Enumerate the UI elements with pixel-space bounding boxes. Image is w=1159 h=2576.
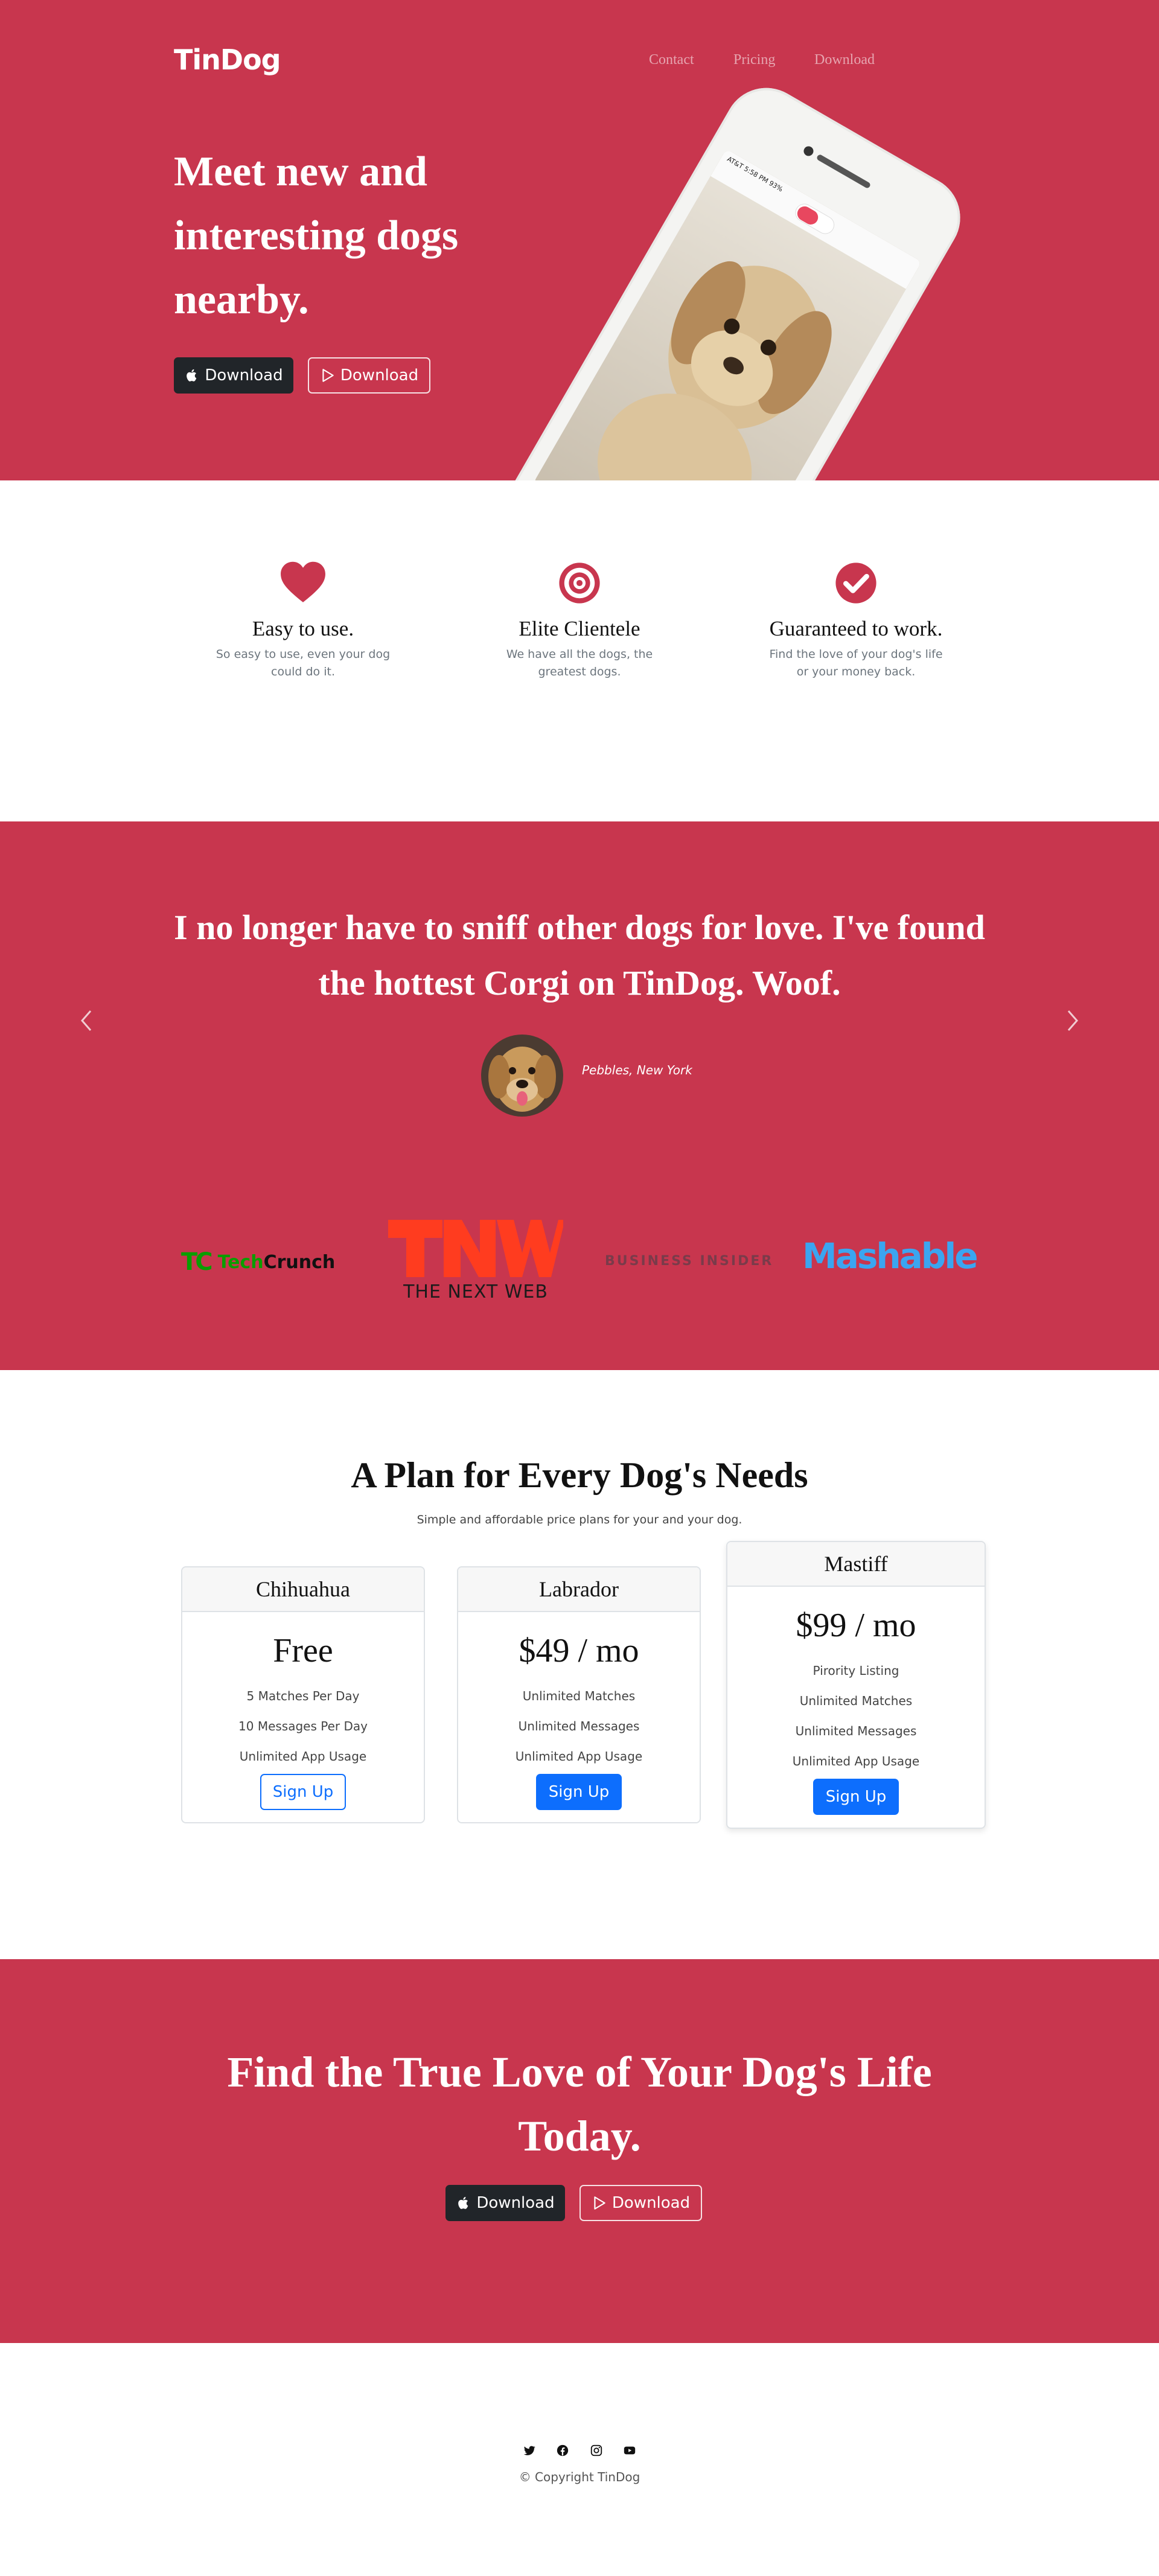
plan-feature: Unlimited Matches <box>799 1694 913 1708</box>
carousel-next-icon[interactable] <box>1064 1003 1082 1039</box>
pricing-section: A Plan for Every Dog's Needs Simple and … <box>0 1370 1159 1959</box>
plan-card-chihuahua: Chihuahua Free 5 Matches Per Day 10 Mess… <box>181 1566 425 1823</box>
feature-text: We have all the dogs, the greatest dogs. <box>506 648 653 678</box>
apple-icon <box>184 368 200 383</box>
plan-price: $49 / mo <box>519 1632 639 1669</box>
feature-title: Elite Clientele <box>519 617 640 640</box>
phone-camera <box>802 144 816 158</box>
plan-features: 5 Matches Per Day 10 Messages Per Day Un… <box>182 1681 424 1771</box>
download-google-play-button[interactable]: Download <box>308 357 430 394</box>
cta-download-google-play-button[interactable]: Download <box>580 2185 702 2221</box>
check-circle-icon <box>835 563 876 604</box>
pricing-subtitle: Simple and affordable price plans for yo… <box>417 1513 742 1526</box>
business-insider-logo: BUSINESS INSIDER <box>605 1254 774 1269</box>
plan-feature: Unlimited Messages <box>795 1724 917 1738</box>
testimonial-author: Pebbles, New York <box>582 1063 692 1077</box>
plan-feature: Unlimited Messages <box>518 1719 640 1733</box>
plan-card-labrador: Labrador $49 / mo Unlimited Matches Unli… <box>457 1566 701 1823</box>
phone-screen: AT&T 5:58 PM 93% <box>533 148 922 480</box>
copyright-text: © Copyright TinDog <box>519 2470 640 2484</box>
testimonial-avatar <box>481 1035 563 1117</box>
feature-guaranteed: Guaranteed to work. Find the love of you… <box>765 558 947 681</box>
feature-easy: Easy to use. So easy to use, even your d… <box>212 558 394 681</box>
cta-download-apple-label: Download <box>476 2194 555 2212</box>
hero-section: TinDog Contact Pricing Download Meet new… <box>0 0 1159 480</box>
tnw-logo: THE NEXT WEB <box>388 1220 563 1302</box>
footer: © Copyright TinDog <box>0 2343 1159 2576</box>
signup-chihuahua-button[interactable]: Sign Up <box>260 1774 346 1810</box>
feature-title: Guaranteed to work. <box>769 617 943 640</box>
carousel-prev-icon[interactable] <box>77 1003 95 1039</box>
plan-feature: Unlimited Matches <box>522 1689 636 1703</box>
plan-features: Pirority Listing Unlimited Matches Unlim… <box>727 1656 985 1776</box>
phone-speaker <box>816 153 872 190</box>
plan-feature: Unlimited App Usage <box>239 1749 367 1764</box>
download-apple-label: Download <box>205 366 283 384</box>
techcrunch-tech: Tech <box>217 1251 264 1273</box>
social-links <box>523 2441 636 2460</box>
feature-elite: Elite Clientele We have all the dogs, th… <box>489 558 670 681</box>
nav-link-contact[interactable]: Contact <box>649 52 694 68</box>
bullseye-icon <box>559 563 600 604</box>
plan-feature: Unlimited App Usage <box>515 1749 643 1764</box>
plan-name: Labrador <box>458 1567 700 1612</box>
plan-name: Mastiff <box>727 1542 985 1587</box>
tnw-subtitle: THE NEXT WEB <box>403 1281 548 1302</box>
plan-features: Unlimited Matches Unlimited Messages Unl… <box>458 1681 700 1771</box>
feature-text: So easy to use, even your dog could do i… <box>216 648 391 678</box>
dog-photo <box>533 148 922 480</box>
google-play-icon <box>592 2195 607 2211</box>
tnw-letters <box>388 1220 563 1277</box>
plan-feature: Unlimited App Usage <box>792 1754 920 1768</box>
twitter-icon[interactable] <box>523 2444 536 2457</box>
plan-price: $99 / mo <box>796 1607 916 1644</box>
apple-icon <box>456 2195 471 2211</box>
signup-labrador-button[interactable]: Sign Up <box>536 1774 622 1810</box>
heart-icon <box>281 561 325 602</box>
plan-price: Free <box>273 1632 333 1669</box>
nav-link-pricing[interactable]: Pricing <box>733 52 775 68</box>
download-google-label: Download <box>340 366 419 384</box>
techcrunch-mark: TC <box>181 1248 213 1276</box>
feature-title: Easy to use. <box>252 617 354 640</box>
cta-section: Find the True Love of Your Dog's Life To… <box>0 1959 1159 2343</box>
testimonial-quote: I no longer have to sniff other dogs for… <box>174 908 985 1003</box>
phone-mockup-image: AT&T 5:58 PM 93% <box>491 72 976 480</box>
youtube-icon[interactable] <box>623 2444 636 2457</box>
cta-title: Find the True Love of Your Dog's Life To… <box>227 2048 932 2160</box>
features-section: Easy to use. So easy to use, even your d… <box>0 480 1159 821</box>
instagram-icon[interactable] <box>590 2444 603 2457</box>
plan-feature: 10 Messages Per Day <box>238 1719 368 1733</box>
techcrunch-logo: TC Tech Crunch <box>181 1247 356 1277</box>
google-play-icon <box>320 368 336 383</box>
pricing-title: A Plan for Every Dog's Needs <box>351 1455 808 1495</box>
cta-download-apple-button[interactable]: Download <box>445 2185 565 2221</box>
download-apple-button[interactable]: Download <box>174 357 293 394</box>
testimonials-section: I no longer have to sniff other dogs for… <box>0 821 1159 1370</box>
plan-card-mastiff: Mastiff $99 / mo Pirority Listing Unlimi… <box>726 1541 986 1829</box>
cta-download-google-label: Download <box>611 2194 691 2212</box>
plan-name: Chihuahua <box>182 1567 424 1612</box>
facebook-icon[interactable] <box>556 2444 569 2457</box>
signup-mastiff-button[interactable]: Sign Up <box>813 1779 899 1815</box>
plan-feature: Pirority Listing <box>813 1663 899 1678</box>
brand-logo[interactable]: TinDog <box>174 43 281 76</box>
hero-title: Meet new and interesting dogs nearby. <box>174 148 459 323</box>
feature-text: Find the love of your dog's life or your… <box>769 648 943 678</box>
mashable-logo: Mashable <box>802 1235 979 1277</box>
techcrunch-crunch: Crunch <box>263 1251 336 1273</box>
nav-link-download[interactable]: Download <box>814 52 875 68</box>
plan-feature: 5 Matches Per Day <box>246 1689 360 1703</box>
